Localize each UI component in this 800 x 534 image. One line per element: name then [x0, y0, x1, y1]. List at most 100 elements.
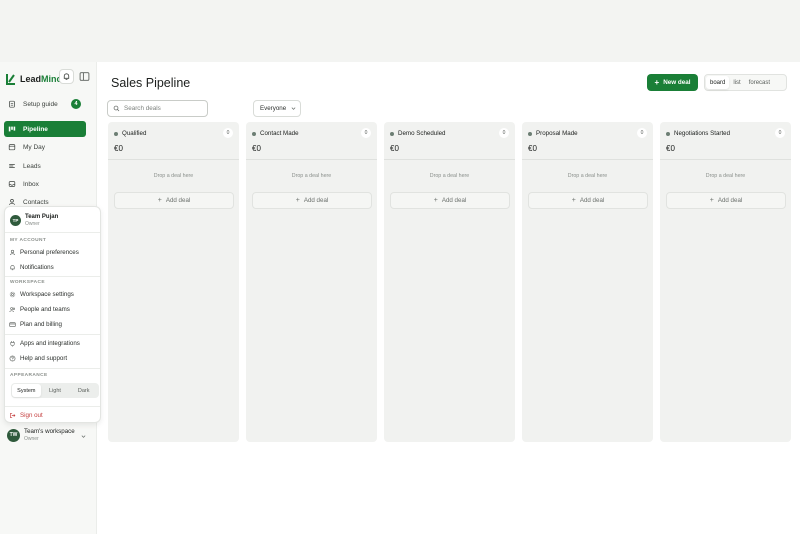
setup-count-badge: 4	[71, 99, 81, 109]
pipeline-icon	[8, 126, 16, 132]
stage-count-badge: 0	[637, 128, 647, 138]
view-board-tab[interactable]: board	[706, 76, 730, 89]
workspace-role: Owner	[24, 436, 39, 442]
search-icon	[113, 105, 120, 112]
menu-item-label: Workspace settings	[20, 291, 74, 298]
app-window: LeadMino Setup guide 4 Pipeline My Day L…	[0, 62, 800, 534]
add-deal-button[interactable]: + Add deal	[666, 192, 786, 209]
sidebar-item-inbox[interactable]: Inbox	[4, 176, 86, 192]
workspace-switcher[interactable]: TW Team's workspace Owner	[7, 428, 75, 442]
stage-dot-icon	[114, 131, 118, 136]
brand-name: LeadMino	[20, 74, 63, 84]
gear-icon	[9, 291, 16, 298]
stage-divider	[246, 159, 377, 160]
account-menu: TP Team Pujan Owner MY ACCOUNT Personal …	[4, 206, 101, 423]
add-deal-button[interactable]: + Add deal	[390, 192, 510, 209]
view-toggle: board list forecast	[704, 74, 787, 91]
sidebar-item-my-day[interactable]: My Day	[4, 139, 86, 155]
workspace-settings-item[interactable]: Workspace settings	[9, 288, 97, 301]
stage-divider	[108, 159, 239, 160]
stage-column-proposal-made: Proposal Made 0 €0 Drop a deal here + Add…	[522, 122, 653, 442]
new-deal-label: New deal	[663, 79, 691, 86]
workspace-heading: WORKSPACE	[10, 280, 45, 285]
plus-icon: +	[654, 78, 660, 87]
search-input[interactable]	[124, 105, 204, 112]
add-deal-label: Add deal	[303, 197, 329, 204]
menu-item-label: Notifications	[20, 264, 54, 271]
owner-filter-select[interactable]: Everyone	[253, 100, 301, 117]
add-deal-button[interactable]: + Add deal	[528, 192, 648, 209]
appearance-system-option[interactable]: System	[12, 384, 41, 397]
view-forecast-tab[interactable]: forecast	[745, 76, 774, 89]
sidebar-item-label: Contacts	[23, 198, 49, 206]
user-icon	[9, 249, 16, 256]
apps-and-integrations-item[interactable]: Apps and integrations	[9, 337, 97, 350]
sidebar-item-setup-guide[interactable]: Setup guide 4	[4, 96, 86, 112]
new-deal-button[interactable]: + New deal	[647, 74, 698, 91]
stage-name: Proposal Made	[536, 130, 578, 137]
personal-preferences-item[interactable]: Personal preferences	[9, 246, 97, 259]
add-deal-button[interactable]: + Add deal	[114, 192, 234, 209]
plan-and-billing-item[interactable]: Plan and billing	[9, 318, 97, 331]
inbox-icon	[8, 181, 16, 187]
stage-divider	[522, 159, 653, 160]
chevron-down-icon	[291, 107, 296, 110]
menu-item-label: Apps and integrations	[20, 340, 80, 347]
credit-card-icon	[9, 322, 16, 327]
leadmino-logo-icon	[6, 74, 15, 85]
menu-item-label: Personal preferences	[20, 249, 79, 256]
clipboard-icon	[9, 100, 15, 108]
plug-icon	[10, 341, 15, 347]
top-band	[0, 0, 800, 62]
main-content: Sales Pipeline + New deal board list for…	[97, 62, 800, 534]
stage-column-demo-scheduled: Demo Scheduled 0 €0 Drop a deal here + Ad…	[384, 122, 515, 442]
stage-count-badge: 0	[499, 128, 509, 138]
plus-icon: +	[295, 197, 300, 204]
menu-divider	[5, 276, 100, 277]
stage-total: €0	[252, 144, 261, 153]
stage-divider	[660, 159, 791, 160]
people-and-teams-item[interactable]: People and teams	[9, 303, 97, 316]
user-name: Team Pujan	[25, 214, 59, 220]
search-box[interactable]	[107, 100, 208, 117]
bell-icon	[63, 73, 70, 80]
plus-icon: +	[157, 197, 162, 204]
sidebar-item-leads[interactable]: Leads	[4, 158, 86, 174]
add-deal-button[interactable]: + Add deal	[252, 192, 372, 209]
sidebar-item-pipeline[interactable]: Pipeline	[4, 121, 86, 137]
appearance-dark-option[interactable]: Dark	[69, 384, 98, 397]
stage-dot-icon	[390, 131, 394, 136]
stage-name: Demo Scheduled	[398, 130, 446, 137]
page-title: Sales Pipeline	[111, 76, 191, 90]
notifications-item[interactable]: Notifications	[9, 261, 97, 274]
users-icon	[9, 307, 16, 313]
sidebar-item-label: Setup guide	[23, 100, 58, 108]
sidebar-item-label: Pipeline	[23, 125, 48, 133]
appearance-light-option[interactable]: Light	[41, 384, 70, 397]
sign-out-item[interactable]: Sign out	[9, 409, 97, 422]
drop-zone-text: Drop a deal here	[429, 173, 470, 179]
stage-name: Contact Made	[260, 130, 299, 137]
stage-name: Negotiations Started	[674, 130, 731, 137]
notifications-button[interactable]	[59, 69, 74, 84]
menu-divider	[5, 232, 100, 233]
workspace-name: Team's workspace	[24, 428, 75, 435]
stage-column-negotiations-started: Negotiations Started 0 €0 Drop a deal he…	[660, 122, 791, 442]
pipeline-board: Qualified 0 €0 Drop a deal here + Add dea…	[108, 122, 791, 442]
plus-icon: +	[571, 197, 576, 204]
contacts-icon	[9, 199, 15, 205]
sidebar-item-label: My Day	[23, 143, 46, 151]
help-and-support-item[interactable]: Help and support	[9, 352, 97, 365]
stage-dot-icon	[666, 131, 670, 136]
drop-zone-text: Drop a deal here	[291, 173, 332, 179]
plus-icon: +	[433, 197, 438, 204]
view-list-tab[interactable]: list	[729, 76, 744, 89]
menu-item-label: Help and support	[20, 355, 68, 362]
appearance-heading: APPEARANCE	[10, 373, 48, 378]
leads-icon	[9, 164, 15, 168]
chevron-down-icon[interactable]	[81, 434, 86, 439]
menu-item-label: People and teams	[20, 306, 70, 313]
stage-total: €0	[528, 144, 537, 153]
collapse-sidebar-icon[interactable]	[79, 71, 90, 82]
stage-total: €0	[666, 144, 675, 153]
